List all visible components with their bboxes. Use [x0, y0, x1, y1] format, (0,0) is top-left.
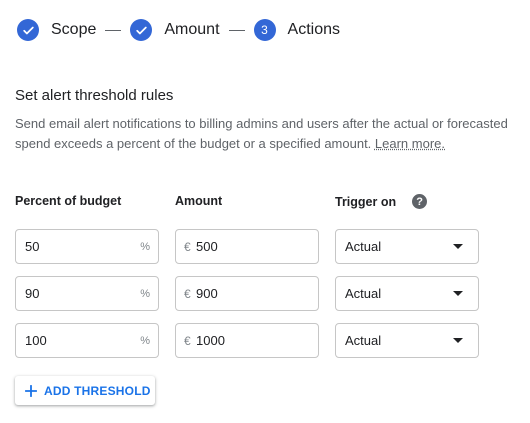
step-scope-label: Scope [51, 21, 97, 38]
percent-value: 100 [25, 333, 47, 348]
step-scope[interactable]: Scope [17, 19, 96, 41]
column-header-percent: Percent of budget [15, 194, 122, 208]
step-amount-check-icon [130, 19, 153, 41]
percent-input[interactable]: 90 % [15, 276, 159, 311]
description-line-2-text: spend exceeds a percent of the budget or… [15, 136, 375, 151]
stepper: Scope Amount 3 Actions [17, 19, 340, 41]
dropdown-caret-icon [453, 244, 463, 249]
description-line-2: spend exceeds a percent of the budget or… [15, 134, 525, 154]
step-separator [228, 29, 245, 31]
plus-icon [25, 384, 37, 397]
trigger-value: Actual [345, 333, 382, 348]
currency-prefix: € [184, 286, 191, 301]
currency-prefix: € [184, 239, 191, 254]
trigger-select[interactable]: Actual [335, 323, 479, 358]
add-threshold-button[interactable]: ADD THRESHOLD [15, 376, 155, 405]
threshold-row: 100 % € 1000 Actual [0, 323, 530, 358]
amount-input[interactable]: € 1000 [175, 323, 319, 358]
percent-input[interactable]: 50 % [15, 229, 159, 264]
trigger-select[interactable]: Actual [335, 276, 479, 311]
percent-suffix: % [140, 334, 150, 347]
step-actions-label: Actions [287, 21, 340, 38]
section-description: Send email alert notifications to billin… [15, 114, 525, 154]
amount-input[interactable]: € 500 [175, 229, 319, 264]
add-threshold-label: ADD THRESHOLD [44, 383, 151, 398]
currency-prefix: € [184, 333, 191, 348]
step-scope-check-icon [17, 19, 39, 41]
percent-input[interactable]: 100 % [15, 323, 159, 358]
trigger-value: Actual [345, 239, 382, 254]
column-header-amount: Amount [175, 194, 223, 208]
budget-alert-page: Scope Amount 3 Actions Set alert thresho… [0, 0, 530, 423]
trigger-value: Actual [345, 286, 382, 301]
dropdown-caret-icon [453, 291, 463, 296]
percent-value: 50 [25, 239, 40, 254]
column-header-trigger: Trigger on ? [335, 194, 428, 209]
step-actions-number: 3 [253, 19, 276, 41]
step-amount-label: Amount [164, 21, 220, 38]
column-header-trigger-label: Trigger on [335, 194, 397, 209]
step-actions[interactable]: 3 Actions [253, 19, 340, 41]
dropdown-caret-icon [453, 338, 463, 343]
amount-input[interactable]: € 900 [175, 276, 319, 311]
amount-value: 1000 [196, 333, 225, 348]
percent-value: 90 [25, 286, 40, 301]
percent-suffix: % [140, 240, 150, 253]
threshold-row: 50 % € 500 Actual [0, 229, 530, 264]
help-icon[interactable]: ? [412, 194, 428, 209]
step-amount[interactable]: Amount [130, 19, 220, 41]
trigger-select[interactable]: Actual [335, 229, 479, 264]
amount-value: 500 [196, 239, 218, 254]
section-title: Set alert threshold rules [15, 87, 174, 104]
amount-value: 900 [196, 286, 218, 301]
percent-suffix: % [140, 287, 150, 300]
learn-more-link[interactable]: Learn more. [375, 136, 445, 151]
description-line-1: Send email alert notifications to billin… [15, 116, 508, 131]
step-separator [105, 29, 122, 31]
threshold-row: 90 % € 900 Actual [0, 276, 530, 311]
